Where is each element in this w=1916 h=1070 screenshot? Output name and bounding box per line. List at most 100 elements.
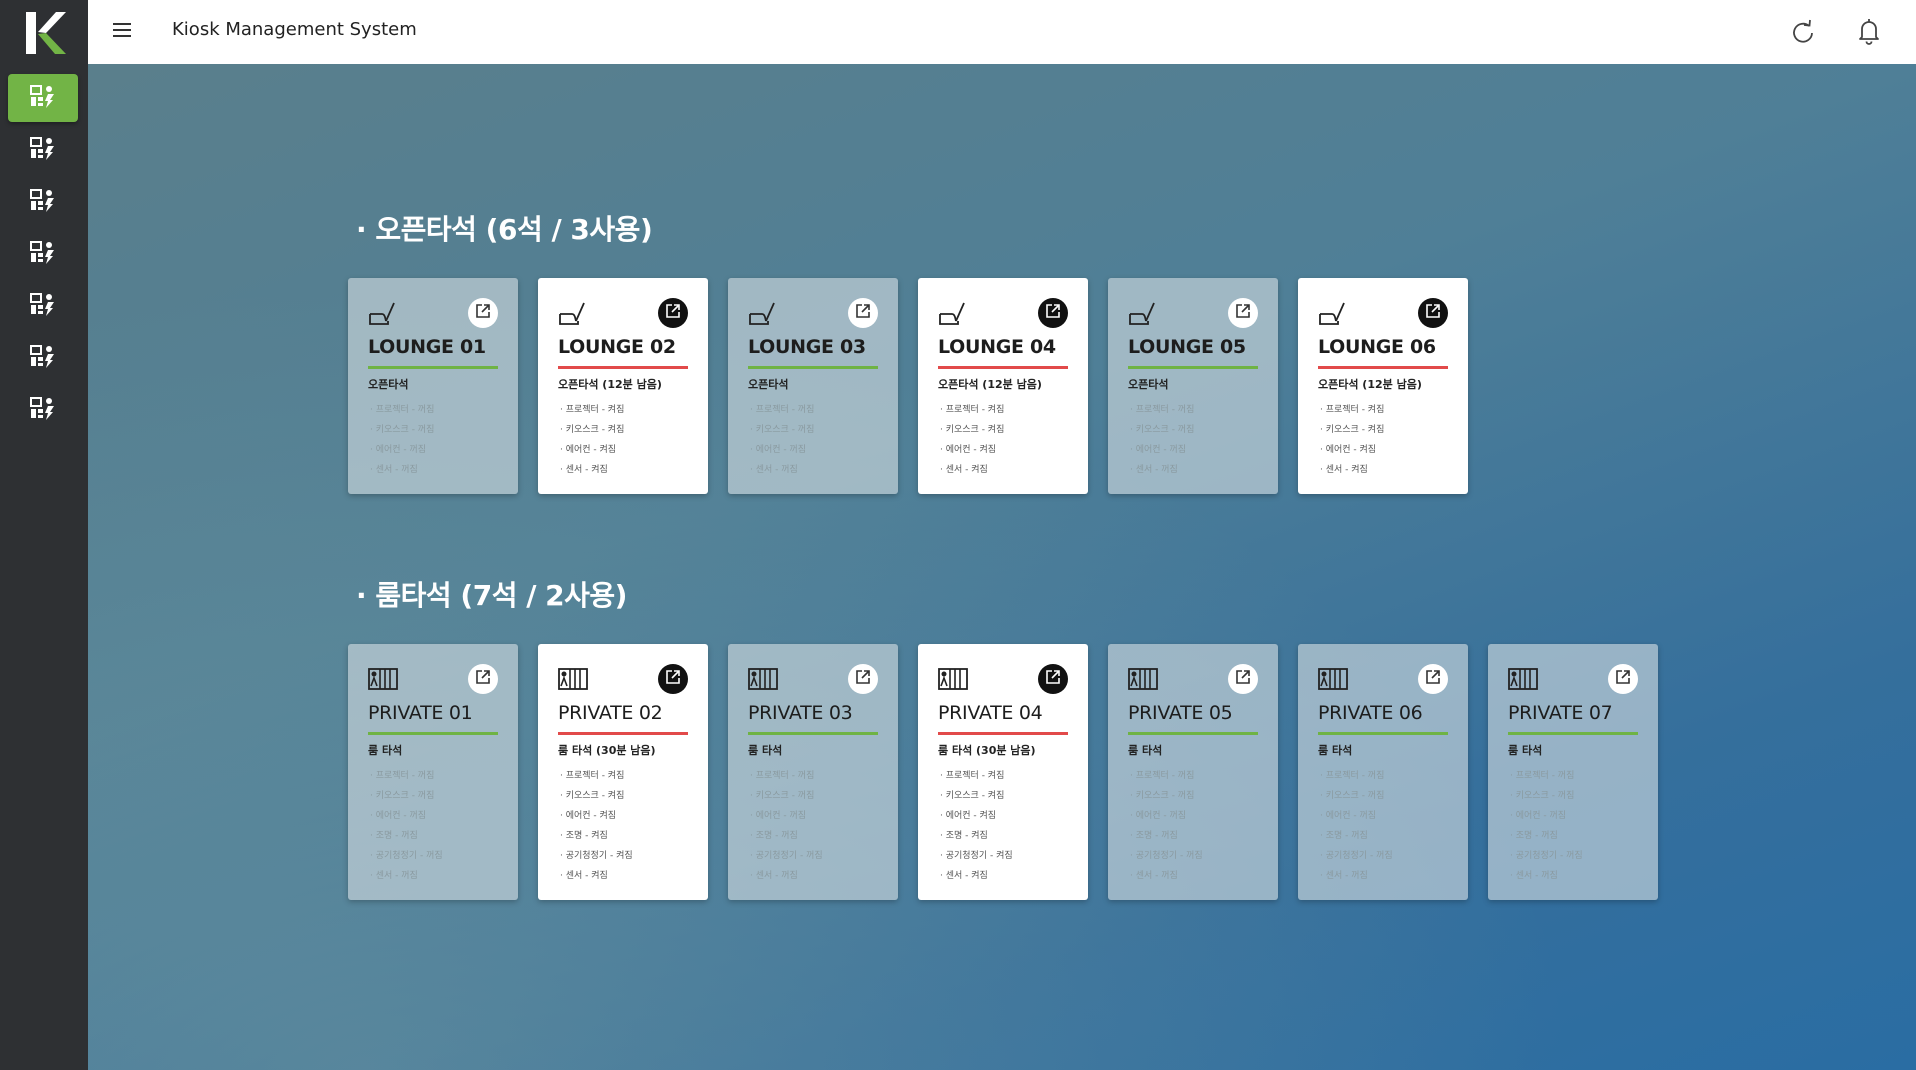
sidebar-item-5[interactable] (8, 282, 78, 330)
open-external-button[interactable] (848, 298, 878, 328)
device-status-item: · 프로젝터 - 켜짐 (940, 405, 1005, 415)
in-use-indicator-bar (558, 732, 688, 735)
device-status-item: · 센서 - 꺼짐 (750, 871, 798, 881)
private-seat-card[interactable]: PRIVATE 05 룸 타석 · 프로젝터 - 꺼짐 · 키오스크 - 꺼짐 · 에어… (1108, 644, 1278, 900)
device-status-item: · 조명 - 켜짐 (560, 831, 608, 841)
available-indicator-bar (368, 732, 498, 735)
private-seat-card[interactable]: PRIVATE 02 룸 타석 (30분 남음) · 프로젝터 - 켜짐 · 키오스크… (538, 644, 708, 900)
golf-club-icon (1128, 300, 1158, 326)
device-status-item: · 에어컨 - 꺼짐 (1130, 811, 1187, 821)
device-status-item: · 키오스크 - 꺼짐 (370, 791, 435, 801)
lounge-seat-card[interactable]: LOUNGE 05 오픈타석 · 프로젝터 - 꺼짐 · 키오스크 - 꺼짐 · 에어컨… (1108, 278, 1278, 494)
lounge-seat-card[interactable]: LOUNGE 01 오픈타석 · 프로젝터 - 꺼짐 · 키오스크 - 꺼짐 · 에어컨… (348, 278, 518, 494)
open-external-button[interactable] (1038, 664, 1068, 694)
open-external-button[interactable] (1228, 664, 1258, 694)
seat-status: 룸 타석 (368, 744, 403, 757)
private-seat-card[interactable]: PRIVATE 01 룸 타석 · 프로젝터 - 꺼짐 · 키오스크 - 꺼짐 · 에어… (348, 644, 518, 900)
open-external-button[interactable] (468, 298, 498, 328)
in-use-indicator-bar (558, 366, 688, 369)
refresh-icon[interactable] (1788, 18, 1818, 48)
external-link-icon (855, 303, 871, 323)
room-icon (748, 666, 778, 692)
device-status-list: · 프로젝터 - 켜짐 · 키오스크 - 켜짐 · 에어컨 - 켜짐 · 조명 - 켜… (940, 766, 1013, 886)
device-status-item: · 센서 - 꺼짐 (1130, 871, 1178, 881)
seat-name: LOUNGE 02 (558, 336, 676, 358)
sidebar-item-4[interactable] (8, 230, 78, 278)
kiosk-icon (30, 84, 56, 112)
seat-name: PRIVATE 02 (558, 702, 663, 724)
device-status-item: · 키오스크 - 꺼짐 (370, 425, 435, 435)
room-icon (938, 666, 968, 692)
device-status-item: · 키오스크 - 꺼짐 (1130, 425, 1195, 435)
private-seat-card[interactable]: PRIVATE 07 룸 타석 · 프로젝터 - 꺼짐 · 키오스크 - 꺼짐 · 에어… (1488, 644, 1658, 900)
open-external-button[interactable] (848, 664, 878, 694)
device-status-item: · 공기청정기 - 켜짐 (940, 851, 1013, 861)
open-external-button[interactable] (1038, 298, 1068, 328)
external-link-icon (1045, 303, 1061, 323)
app-logo (26, 12, 66, 54)
golf-club-icon (558, 300, 588, 326)
device-status-item: · 조명 - 꺼짐 (1510, 831, 1558, 841)
external-link-icon (1045, 669, 1061, 689)
device-status-list: · 프로젝터 - 켜짐 · 키오스크 - 켜짐 · 에어컨 - 켜짐 · 센서 - 켜… (1320, 400, 1384, 480)
room-icon (368, 666, 398, 692)
device-status-list: · 프로젝터 - 꺼짐 · 키오스크 - 꺼짐 · 에어컨 - 꺼짐 · 조명 - 꺼… (750, 766, 823, 886)
available-indicator-bar (1508, 732, 1638, 735)
external-link-icon (1615, 669, 1631, 689)
sidebar-item-3[interactable] (8, 178, 78, 226)
seat-status: 룸 타석 (1128, 744, 1163, 757)
room-seats-card-list: PRIVATE 01 룸 타석 · 프로젝터 - 꺼짐 · 키오스크 - 꺼짐 · 에어… (348, 644, 1658, 900)
kiosk-icon (30, 136, 56, 164)
private-seat-card[interactable]: PRIVATE 03 룸 타석 · 프로젝터 - 꺼짐 · 키오스크 - 꺼짐 · 에어… (728, 644, 898, 900)
kiosk-icon (30, 292, 56, 320)
device-status-item: · 키오스크 - 켜짐 (560, 791, 625, 801)
device-status-item: · 에어컨 - 꺼짐 (750, 811, 807, 821)
device-status-item: · 에어컨 - 꺼짐 (1320, 811, 1377, 821)
device-status-item: · 조명 - 꺼짐 (370, 831, 418, 841)
device-status-item: · 센서 - 켜짐 (1320, 465, 1368, 475)
seat-status: 오픈타석 (12분 남음) (938, 378, 1042, 391)
open-external-button[interactable] (1418, 298, 1448, 328)
sidebar-item-2[interactable] (8, 126, 78, 174)
hamburger-menu-icon[interactable] (110, 18, 134, 42)
open-external-button[interactable] (658, 298, 688, 328)
seat-status: 오픈타석 (12분 남음) (558, 378, 662, 391)
available-indicator-bar (748, 732, 878, 735)
open-external-button[interactable] (1418, 664, 1448, 694)
device-status-item: · 센서 - 켜짐 (560, 465, 608, 475)
device-status-list: · 프로젝터 - 켜짐 · 키오스크 - 켜짐 · 에어컨 - 켜짐 · 조명 - 켜… (560, 766, 633, 886)
open-external-button[interactable] (658, 664, 688, 694)
lounge-seat-card[interactable]: LOUNGE 02 오픈타석 (12분 남음) · 프로젝터 - 켜짐 · 키오스크 … (538, 278, 708, 494)
sidebar-item-7[interactable] (8, 386, 78, 434)
device-status-item: · 키오스크 - 꺼짐 (1510, 791, 1575, 801)
device-status-item: · 센서 - 꺼짐 (370, 871, 418, 881)
app-title: Kiosk Management System (172, 19, 417, 40)
notification-bell-icon[interactable] (1854, 16, 1884, 46)
lounge-seat-card[interactable]: LOUNGE 04 오픈타석 (12분 남음) · 프로젝터 - 켜짐 · 키오스크 … (918, 278, 1088, 494)
lounge-seat-card[interactable]: LOUNGE 03 오픈타석 · 프로젝터 - 꺼짐 · 키오스크 - 꺼짐 · 에어컨… (728, 278, 898, 494)
golf-club-icon (748, 300, 778, 326)
private-seat-card[interactable]: PRIVATE 06 룸 타석 · 프로젝터 - 꺼짐 · 키오스크 - 꺼짐 · 에어… (1298, 644, 1468, 900)
device-status-item: · 프로젝터 - 꺼짐 (750, 771, 815, 781)
private-seat-card[interactable]: PRIVATE 04 룸 타석 (30분 남음) · 프로젝터 - 켜짐 · 키오스크… (918, 644, 1088, 900)
room-icon (1318, 666, 1348, 692)
sidebar-item-1[interactable] (8, 74, 78, 122)
device-status-list: · 프로젝터 - 꺼짐 · 키오스크 - 꺼짐 · 에어컨 - 꺼짐 · 센서 - 꺼… (1130, 400, 1194, 480)
open-external-button[interactable] (468, 664, 498, 694)
external-link-icon (665, 303, 681, 323)
available-indicator-bar (748, 366, 878, 369)
golf-club-icon (368, 300, 398, 326)
room-icon (1508, 666, 1538, 692)
device-status-item: · 조명 - 꺼짐 (750, 831, 798, 841)
sidebar-item-6[interactable] (8, 334, 78, 382)
in-use-indicator-bar (938, 732, 1068, 735)
lounge-seat-card[interactable]: LOUNGE 06 오픈타석 (12분 남음) · 프로젝터 - 켜짐 · 키오스크 … (1298, 278, 1468, 494)
device-status-item: · 공기청정기 - 꺼짐 (1510, 851, 1583, 861)
device-status-item: · 센서 - 꺼짐 (1130, 465, 1178, 475)
seat-name: PRIVATE 04 (938, 702, 1043, 724)
device-status-item: · 키오스크 - 켜짐 (940, 425, 1005, 435)
open-external-button[interactable] (1608, 664, 1638, 694)
open-external-button[interactable] (1228, 298, 1258, 328)
device-status-item: · 조명 - 꺼짐 (1320, 831, 1368, 841)
kiosk-icon (30, 240, 56, 268)
